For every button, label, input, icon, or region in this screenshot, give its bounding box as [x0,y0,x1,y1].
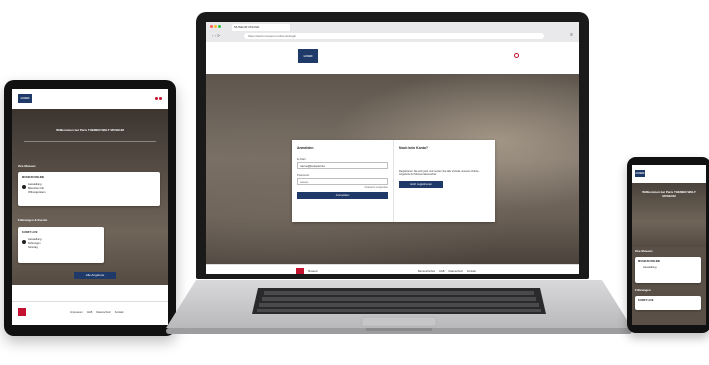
card-line: Ausstellung [28,238,42,241]
laptop-screen: MUSEUM ONLINE ‹ › ⟳ https://www.museum-o… [206,22,579,274]
logo-text: LOGO [20,96,30,100]
tablet-logo[interactable]: LOGO [18,94,32,103]
login-button[interactable]: Anmelden [297,192,388,199]
card-line: Führungen [28,242,41,245]
tablet-hero-title: Willkommen bei Paris THEMEN WELT MUSEUM [56,128,124,132]
card-line: Sonntag [28,246,38,249]
card-title: KUNST LIVE [22,231,38,234]
card-title: MUSEUM ONLINE [22,176,45,179]
tablet-footer-links: Impressum AGB Datenschutz Kontakt [70,311,124,314]
login-panel: Anmelden E-Mail name@beispiel.de Passwor… [292,140,495,222]
close-icon[interactable] [210,25,213,28]
register-text: Registrieren Sie sich jetzt und nutzen S… [399,170,480,177]
address-bar[interactable]: https://www.museum-online.de/login [244,33,544,39]
phone-logo[interactable]: LOGO [635,170,645,177]
login-heading: Anmelden [297,146,314,150]
register-heading: Noch kein Konto? [399,146,429,150]
tablet-hero: Willkommen bei Paris THEMEN WELT MUSEUM … [12,109,168,285]
phone-content: Ihre Museen MUSEUM ONLINE Ausstellung Fü… [632,247,706,325]
phone-hero: Willkommen bei Paris THEMEN WELT MUSEUM [632,183,706,247]
footer-link[interactable]: Datenschutz [96,311,110,314]
card-title: KUNST LIVE [638,299,654,302]
phone-card[interactable]: MUSEUM ONLINE Ausstellung [635,257,701,283]
email-field[interactable]: name@beispiel.de [297,162,388,169]
user-icon[interactable] [155,97,158,100]
phone-screen: LOGO Willkommen bei Paris THEMEN WELT MU… [632,165,706,325]
footer-link[interactable]: AGB [87,311,92,314]
site-footer: Museum Barrierefreiheit AGB Datenschutz … [206,264,579,274]
tablet-section-museums: Ihre Museen [18,164,36,168]
footer-link[interactable]: Barrierefreiheit [418,270,435,273]
logo-text: LOGO [303,53,313,58]
tablet-footer-logo [18,308,26,316]
minimize-icon[interactable] [214,25,217,28]
menu-icon[interactable]: ≡ [570,32,573,38]
tablet-device: LOGO Willkommen bei Paris THEMEN WELT MU… [4,80,176,336]
email-label: E-Mail [297,157,306,161]
phone-section: Ihre Museen [635,249,653,253]
tablet-screen: LOGO Willkommen bei Paris THEMEN WELT MU… [12,89,168,325]
card-line: Ausstellung [643,266,657,269]
register-button[interactable]: Jetzt registrieren [399,180,443,188]
tablet-footer: Impressum AGB Datenschutz Kontakt [12,301,168,325]
site-logo[interactable]: LOGO [298,49,318,63]
password-label: Passwort [297,173,310,177]
tablet-cta-button[interactable]: Alle Angebote [74,272,116,279]
maximize-icon[interactable] [218,25,221,28]
tablet-card-tours[interactable]: KUNST LIVE Ausstellung Führungen Sonntag [18,227,104,263]
laptop-base [166,280,632,334]
card-line: Ausstellung [28,183,42,186]
tablet-section-tours: Führungen & Events [18,218,48,222]
trackpad [361,316,437,327]
phone-device: LOGO Willkommen bei Paris THEMEN WELT MU… [627,157,709,333]
tablet-hero-divider [24,141,156,148]
tablet-card-museum[interactable]: MUSEUM ONLINE Ausstellung Besucher Info … [18,172,160,206]
moon-icon [22,240,26,244]
logo-text: LOGO [635,171,645,175]
laptop-notch [366,328,432,331]
footer-link[interactable]: Kontakt [115,311,124,314]
login-form: Anmelden E-Mail name@beispiel.de Passwor… [292,140,393,222]
card-line: Öffnungszeiten [28,191,46,194]
footer-link[interactable]: Impressum [70,311,83,314]
footer-link[interactable]: Kontakt [467,270,476,273]
phone-section: Führungen [635,288,651,292]
browser-tab[interactable]: MUSEUM ONLINE [232,24,290,31]
footer-links: Barrierefreiheit AGB Datenschutz Kontakt [418,270,476,273]
forgot-password-link[interactable]: Passwort vergessen [297,186,388,189]
password-field[interactable]: •••••••• [297,178,388,185]
phone-hero-title: Willkommen bei Paris THEMEN WELT MUSEUM [642,190,696,198]
menu-icon[interactable] [159,97,162,100]
phone-card[interactable]: KUNST LIVE [635,296,701,310]
site-header: LOGO [206,42,579,74]
back-forward-icons[interactable]: ‹ › ⟳ [212,33,220,38]
footer-link[interactable]: AGB [439,270,444,273]
moon-icon [22,185,26,189]
laptop-lid: MUSEUM ONLINE ‹ › ⟳ https://www.museum-o… [196,12,589,279]
user-icon[interactable] [514,53,519,58]
window-controls [210,25,221,28]
card-line: Besucher Info [28,187,45,190]
footer-link[interactable]: Datenschutz [449,270,463,273]
footer-name: Museum [308,270,318,273]
footer-logo [296,268,304,274]
register-panel: Noch kein Konto? Registrieren Sie sich j… [393,140,495,222]
card-title: MUSEUM ONLINE [638,260,661,263]
browser-toolbar: MUSEUM ONLINE ‹ › ⟳ https://www.museum-o… [206,22,579,43]
tablet-header-icons [155,97,162,100]
